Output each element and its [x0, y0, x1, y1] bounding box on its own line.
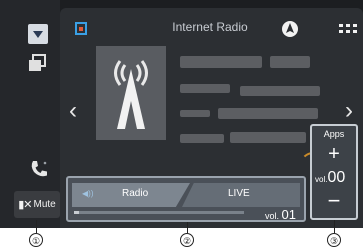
- radio-tower-icon: [114, 60, 148, 129]
- callout-leader: [36, 220, 37, 233]
- volume-prefix: vol.: [265, 211, 280, 221]
- menu-grid-icon[interactable]: [338, 22, 358, 36]
- chevron-down-icon: [33, 30, 43, 38]
- phone-icon[interactable]: [26, 156, 52, 182]
- next-station-button[interactable]: ›: [342, 97, 356, 125]
- speaker-mute-icon: ▮✕: [18, 199, 32, 211]
- track-info-line: [180, 84, 230, 93]
- volume-prefix: vol.: [315, 175, 328, 184]
- callout-1: ①: [29, 233, 43, 247]
- source-bar[interactable]: ◀)) Radio LIVE vol. 01: [66, 176, 306, 222]
- track-info-line: [180, 56, 262, 68]
- track-info-line: [180, 134, 224, 143]
- radio-label: Radio: [122, 188, 149, 199]
- track-info-line: [240, 86, 320, 96]
- volume-up-button[interactable]: +: [320, 143, 348, 165]
- apps-button[interactable]: Apps: [312, 129, 356, 139]
- head-unit-screen: ▮✕ Mute Internet Radio ‹ › ◀)) Radio LIV…: [0, 0, 363, 228]
- apps-volume-panel: Apps + vol.00 −: [310, 124, 358, 220]
- callout-2: ②: [180, 233, 194, 247]
- mute-button[interactable]: ▮✕ Mute: [14, 191, 60, 218]
- previous-station-button[interactable]: ‹: [66, 97, 80, 125]
- mute-label: Mute: [33, 199, 56, 210]
- volume-down-button[interactable]: −: [320, 190, 348, 212]
- callout-leader: [187, 222, 188, 233]
- collapse-button[interactable]: [28, 24, 48, 44]
- volume-value: 00: [327, 169, 346, 186]
- progress-fill: [74, 211, 80, 214]
- app-switch-icon[interactable]: [72, 20, 90, 38]
- signal-icon: ◀)): [82, 189, 94, 198]
- progress-bar: [74, 211, 244, 214]
- navigation-icon[interactable]: [281, 20, 299, 38]
- source-volume: vol. 01: [265, 207, 296, 222]
- track-info-line: [270, 56, 310, 68]
- track-info-line: [218, 108, 318, 119]
- volume-display: vol.00: [315, 169, 345, 187]
- live-label: LIVE: [228, 188, 250, 199]
- track-info-line: [230, 132, 306, 143]
- callout-leader: [334, 220, 335, 233]
- track-info-line: [180, 110, 210, 117]
- windows-icon[interactable]: [26, 52, 48, 74]
- page-title: Internet Radio: [172, 20, 248, 34]
- station-artwork: [96, 46, 166, 140]
- callout-3: ③: [327, 233, 341, 247]
- volume-value: 01: [281, 207, 296, 222]
